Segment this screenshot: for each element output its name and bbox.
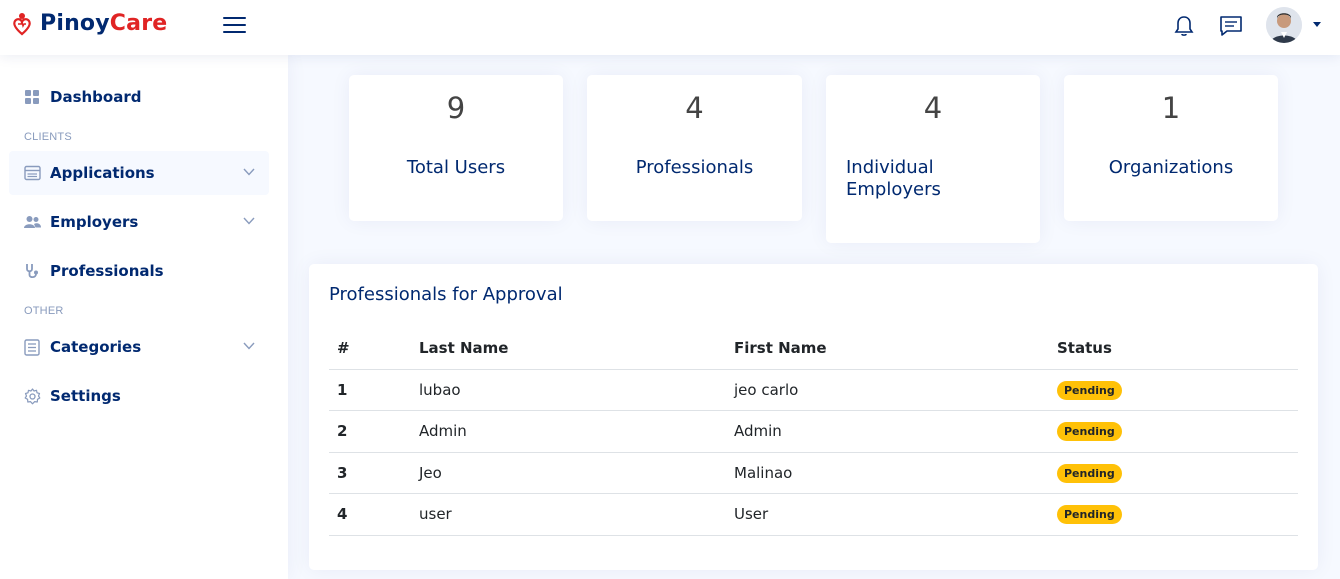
approval-table: # Last Name First Name Status 1 lubao je… [329, 327, 1298, 536]
table-row[interactable]: 1 lubao jeo carlo Pending [329, 369, 1298, 411]
sidebar-item-professionals[interactable]: Professionals [9, 249, 269, 293]
row-number: 1 [329, 369, 419, 411]
chevron-down-icon [243, 342, 255, 350]
brand-logo[interactable]: PinoyCare [12, 11, 167, 36]
sidebar-item-label: Categories [50, 338, 142, 356]
sidebar-item-dashboard[interactable]: Dashboard [9, 75, 269, 119]
status-cell: Pending [1057, 493, 1298, 536]
bell-icon[interactable] [1171, 13, 1197, 39]
sidebar-item-categories[interactable]: Categories [9, 325, 269, 369]
status-badge: Pending [1057, 422, 1122, 442]
sidebar-heading-clients: CLIENTS [24, 131, 72, 143]
last-name-cell: Admin [419, 410, 734, 453]
row-number: 2 [329, 410, 419, 453]
stethoscope-icon [23, 262, 41, 280]
stat-label: Organizations [1108, 157, 1234, 178]
stat-value: 4 [685, 91, 704, 125]
approval-panel: Professionals for Approval # Last Name F… [309, 264, 1318, 570]
column-header-number: # [329, 327, 419, 370]
stat-value: 1 [1161, 91, 1181, 125]
status-badge: Pending [1057, 463, 1122, 483]
last-name-cell: user [419, 493, 734, 536]
first-name-cell: Malinao [734, 452, 1057, 494]
gear-icon [23, 387, 41, 405]
stat-value: 9 [446, 91, 466, 125]
first-name-cell: jeo carlo [734, 369, 1057, 411]
sidebar-item-label: Employers [50, 213, 139, 231]
sidebar: Dashboard CLIENTS Applications Employers… [0, 55, 288, 579]
caret-down-icon[interactable] [1313, 22, 1321, 27]
first-name-cell: User [734, 493, 1057, 536]
layout-icon [23, 164, 41, 182]
chevron-down-icon [243, 217, 255, 225]
stat-card-professionals: 4 Professionals [587, 75, 802, 221]
chat-icon[interactable] [1218, 13, 1244, 39]
stat-value: 4 [923, 91, 943, 125]
hamburger-menu-icon[interactable] [223, 14, 247, 36]
first-name-cell: Admin [734, 410, 1057, 453]
sidebar-item-label: Settings [50, 387, 121, 405]
status-badge: Pending [1057, 505, 1122, 525]
last-name-cell: lubao [419, 369, 734, 411]
heart-logo-icon [13, 12, 31, 35]
sidebar-item-label: Dashboard [50, 88, 142, 106]
column-header-first-name: First Name [734, 327, 1057, 370]
column-header-last-name: Last Name [419, 327, 734, 370]
sidebar-heading-other: OTHER [24, 305, 64, 317]
table-row[interactable]: 4 user User Pending [329, 493, 1298, 536]
panel-title: Professionals for Approval [329, 284, 563, 305]
table-row[interactable]: 2 Admin Admin Pending [329, 410, 1298, 453]
column-header-status: Status [1057, 327, 1298, 370]
top-header: PinoyCare [0, 0, 1340, 55]
status-cell: Pending [1057, 369, 1298, 411]
status-badge: Pending [1057, 380, 1122, 400]
list-icon [23, 338, 41, 356]
status-cell: Pending [1057, 410, 1298, 453]
stat-label: Total Users [406, 157, 506, 178]
sidebar-item-employers[interactable]: Employers [9, 200, 269, 244]
avatar[interactable] [1266, 7, 1302, 43]
table-row[interactable]: 3 Jeo Malinao Pending [329, 452, 1298, 494]
sidebar-item-label: Professionals [50, 262, 164, 280]
stat-label: Individual Employers [846, 157, 941, 200]
grid-icon [23, 88, 41, 106]
brand-name: PinoyCare [40, 11, 168, 36]
table-header-row: # Last Name First Name Status [329, 327, 1298, 370]
chevron-down-icon [243, 168, 255, 176]
sidebar-item-applications[interactable]: Applications [9, 151, 269, 195]
row-number: 3 [329, 452, 419, 494]
stat-card-total-users: 9 Total Users [349, 75, 563, 221]
stat-card-organizations: 1 Organizations [1064, 75, 1278, 221]
stat-card-individual-employers: 4 Individual Employers [826, 75, 1040, 243]
sidebar-item-settings[interactable]: Settings [9, 374, 269, 418]
people-icon [23, 213, 41, 231]
row-number: 4 [329, 493, 419, 536]
last-name-cell: Jeo [419, 452, 734, 494]
status-cell: Pending [1057, 452, 1298, 494]
stat-label: Professionals [635, 157, 754, 178]
sidebar-item-label: Applications [50, 164, 155, 182]
